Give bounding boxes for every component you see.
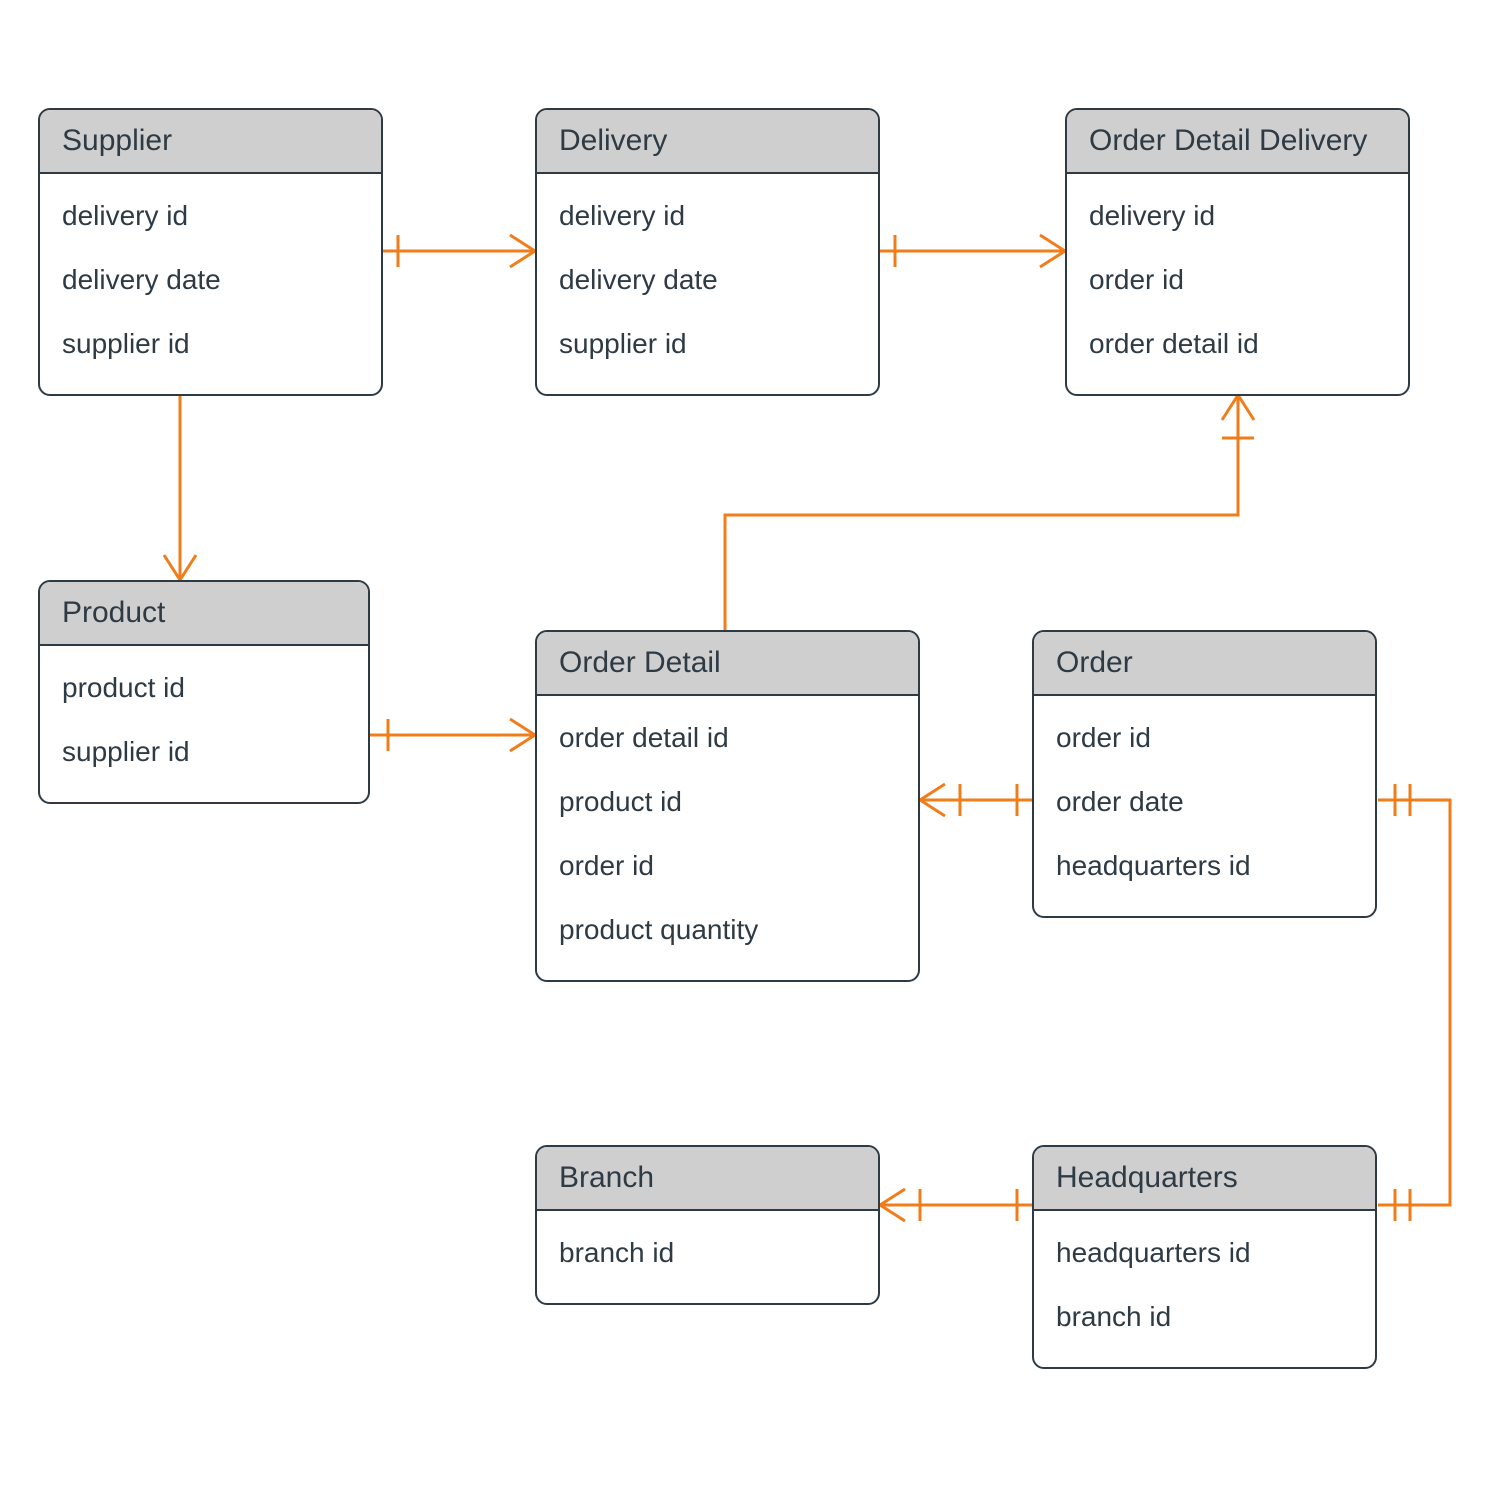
entity-attr: supplier id <box>559 312 856 376</box>
entity-order-detail[interactable]: Order Detail order detail id product id … <box>535 630 920 982</box>
entity-supplier[interactable]: Supplier delivery id delivery date suppl… <box>38 108 383 396</box>
entity-attr: supplier id <box>62 312 359 376</box>
entity-order-detail-delivery[interactable]: Order Detail Delivery delivery id order … <box>1065 108 1410 396</box>
entity-title: Product <box>40 582 368 646</box>
entity-attr: headquarters id <box>1056 834 1353 898</box>
entity-title: Order Detail <box>537 632 918 696</box>
entity-attr: order detail id <box>1089 312 1386 376</box>
entity-attrs: product id supplier id <box>40 646 368 802</box>
entity-attr: order id <box>559 834 896 898</box>
entity-attr: product id <box>559 770 896 834</box>
entity-attr: product id <box>62 656 346 720</box>
entity-title: Order Detail Delivery <box>1067 110 1408 174</box>
entity-attr: order id <box>1089 248 1386 312</box>
entity-headquarters[interactable]: Headquarters headquarters id branch id <box>1032 1145 1377 1369</box>
entity-attrs: order detail id product id order id prod… <box>537 696 918 980</box>
entity-order[interactable]: Order order id order date headquarters i… <box>1032 630 1377 918</box>
entity-delivery[interactable]: Delivery delivery id delivery date suppl… <box>535 108 880 396</box>
entity-attrs: branch id <box>537 1211 878 1303</box>
entity-product[interactable]: Product product id supplier id <box>38 580 370 804</box>
entity-attr: branch id <box>559 1221 856 1285</box>
entity-attrs: delivery id delivery date supplier id <box>537 174 878 394</box>
entity-title: Headquarters <box>1034 1147 1375 1211</box>
entity-attr: headquarters id <box>1056 1221 1353 1285</box>
entity-title: Delivery <box>537 110 878 174</box>
entity-attr: order detail id <box>559 706 896 770</box>
er-diagram-canvas: Supplier delivery id delivery date suppl… <box>0 0 1500 1500</box>
entity-attr: order id <box>1056 706 1353 770</box>
entity-attrs: order id order date headquarters id <box>1034 696 1375 916</box>
entity-attr: delivery id <box>62 184 359 248</box>
entity-attrs: delivery id order id order detail id <box>1067 174 1408 394</box>
entity-title: Branch <box>537 1147 878 1211</box>
entity-attr: delivery date <box>62 248 359 312</box>
entity-branch[interactable]: Branch branch id <box>535 1145 880 1305</box>
entity-attr: delivery date <box>559 248 856 312</box>
entity-attr: supplier id <box>62 720 346 784</box>
entity-attrs: headquarters id branch id <box>1034 1211 1375 1367</box>
entity-attr: branch id <box>1056 1285 1353 1349</box>
entity-attrs: delivery id delivery date supplier id <box>40 174 381 394</box>
entity-title: Supplier <box>40 110 381 174</box>
entity-attr: product quantity <box>559 898 896 962</box>
entity-title: Order <box>1034 632 1375 696</box>
entity-attr: order date <box>1056 770 1353 834</box>
entity-attr: delivery id <box>559 184 856 248</box>
entity-attr: delivery id <box>1089 184 1386 248</box>
